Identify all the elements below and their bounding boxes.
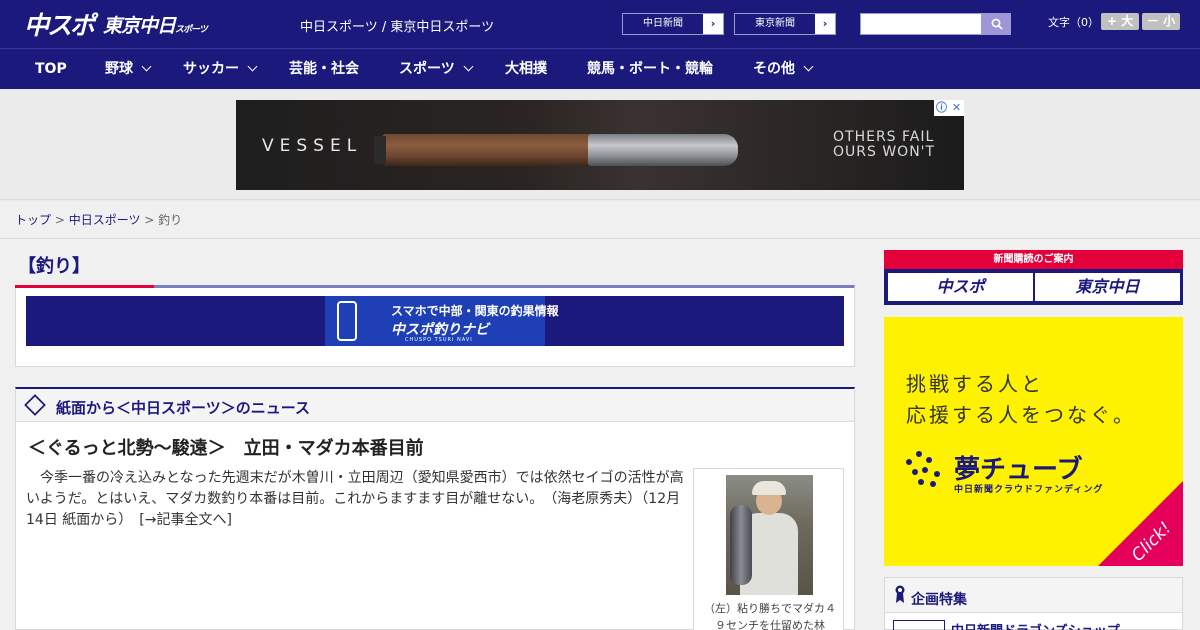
news-section: 紙面から＜中日スポーツ＞のニュース ＜ぐるっと北勢～駿遠＞ 立田・マダカ本番目前… (15, 387, 855, 630)
chunichi-shimbun-label: 中日新聞 (623, 14, 703, 34)
yume-subtitle: 中日新聞クラウドファンディング (954, 485, 1104, 495)
article-title[interactable]: ＜ぐるっと北勢～駿遠＞ 立田・マダカ本番目前 (28, 434, 424, 460)
nav-other[interactable]: その他 (753, 49, 814, 90)
yume-dots-icon (906, 451, 944, 489)
subscribe-tokyo-button[interactable]: 東京中日 (1035, 273, 1180, 301)
subscription-header: 新聞購読のご案内 (884, 250, 1183, 269)
pen-product-image (374, 134, 738, 166)
category-box: スマホで中部・関東の釣果情報 中スポ釣りナビ CHUSPO TSURI NAVI (15, 285, 855, 367)
chevron-down-icon (463, 61, 474, 72)
breadcrumb: トップ > 中日スポーツ > 釣り (0, 201, 1200, 239)
dragons-shop-link[interactable]: 中日新聞ドラゴンズショップ (951, 620, 1120, 630)
tsuri-navi-strip: スマホで中部・関東の釣果情報 中スポ釣りナビ CHUSPO TSURI NAVI (26, 296, 844, 346)
chevron-down-icon (141, 61, 152, 72)
special-features-header: 企画特集 (885, 578, 1182, 613)
page-title: 【釣り】 (18, 256, 90, 277)
tokyo-shimbun-label: 東京新聞 (735, 14, 815, 34)
ad-area: VESSEL OTHERS FAIL OURS WON'T ⓘ ✕ (0, 89, 1200, 200)
yume-tube-banner[interactable]: 挑戦する人と 応援する人をつなぐ。 夢チューブ 中日新聞クラウドファンディング … (884, 317, 1183, 566)
chevron-down-icon (247, 61, 258, 72)
search-input[interactable] (860, 13, 982, 35)
medal-icon (895, 585, 905, 603)
search-button[interactable] (982, 13, 1011, 35)
breadcrumb-top[interactable]: トップ (15, 213, 51, 227)
nav-top[interactable]: TOP (35, 49, 67, 90)
special-features-box: 企画特集 中日新聞ドラゴンズショップ (884, 577, 1183, 630)
photo-caption: （左）粘り勝ちでマダカ４９センチを仕留めた林 (704, 602, 836, 630)
yume-logo: 夢チューブ (954, 455, 1083, 485)
ad-banner[interactable]: VESSEL OTHERS FAIL OURS WON'T ⓘ ✕ (236, 100, 964, 190)
nav-sports[interactable]: スポーツ (399, 49, 474, 90)
nav-baseball[interactable]: 野球 (105, 49, 152, 90)
nav-racing[interactable]: 競馬・ボート・競輪 (587, 49, 713, 90)
chunichi-shimbun-link[interactable]: 中日新聞 › (622, 13, 724, 35)
tsuri-navi-banner[interactable]: スマホで中部・関東の釣果情報 中スポ釣りナビ CHUSPO TSURI NAVI (325, 296, 559, 346)
ad-info-icon[interactable]: ⓘ (934, 100, 949, 116)
breadcrumb-chuspo[interactable]: 中日スポーツ (69, 213, 141, 227)
site-name: 中日スポーツ / 東京中日スポーツ (300, 20, 495, 35)
search-icon (991, 18, 1003, 30)
article-photo (726, 475, 813, 595)
article-summary[interactable]: 今季一番の冷え込みとなった先週末だが木曽川・立田周辺（愛知県愛西市）では依然セイ… (26, 468, 686, 531)
tokyo-shimbun-link[interactable]: 東京新聞 › (734, 13, 836, 35)
dragons-shop-thumbnail[interactable] (893, 620, 945, 630)
chevron-right-icon: › (822, 17, 828, 30)
breadcrumb-current: 釣り (158, 213, 183, 227)
font-smaller-button[interactable]: － 小 (1142, 13, 1180, 30)
newspaper-icon (24, 394, 46, 416)
ad-close-icon[interactable]: ✕ (949, 100, 964, 116)
ad-controls: ⓘ ✕ (934, 100, 964, 116)
news-section-header: 紙面から＜中日スポーツ＞のニュース (16, 389, 854, 422)
font-bigger-button[interactable]: + 大 (1101, 13, 1139, 30)
smartphone-icon (337, 301, 357, 341)
chevron-right-icon: › (710, 17, 716, 30)
news-section-title: 紙面から＜中日スポーツ＞のニュース (56, 399, 310, 417)
subscribe-chuspo-button[interactable]: 中スポ (888, 273, 1033, 301)
site-logo[interactable]: 中スポ 東京中日スポーツ (24, 7, 208, 41)
logo-chuspo: 中スポ (24, 11, 95, 40)
ad-tagline: OTHERS FAIL OURS WON'T (833, 129, 936, 160)
logo-tokyo-chunichi: 東京中日スポーツ (103, 14, 208, 37)
article-photo-card[interactable]: （左）粘り勝ちでマダカ４９センチを仕留めた林 (693, 468, 844, 630)
nav-sumo[interactable]: 大相撲 (505, 49, 547, 90)
chevron-down-icon (803, 61, 814, 72)
top-header: 中スポ 東京中日スポーツ 中日スポーツ / 東京中日スポーツ 中日新聞 › 東京… (0, 0, 1200, 48)
font-size-label: 文字（0） (1048, 16, 1099, 29)
subscription-box: 新聞購読のご案内 中スポ 東京中日 (884, 250, 1183, 305)
nav-entertainment[interactable]: 芸能・社会 (289, 49, 359, 90)
ad-brand: VESSEL (262, 136, 363, 156)
nav-soccer[interactable]: サッカー (183, 49, 258, 90)
main-nav: TOP 野球 サッカー 芸能・社会 スポーツ 大相撲 競馬・ボート・競輪 その他 (0, 48, 1200, 89)
